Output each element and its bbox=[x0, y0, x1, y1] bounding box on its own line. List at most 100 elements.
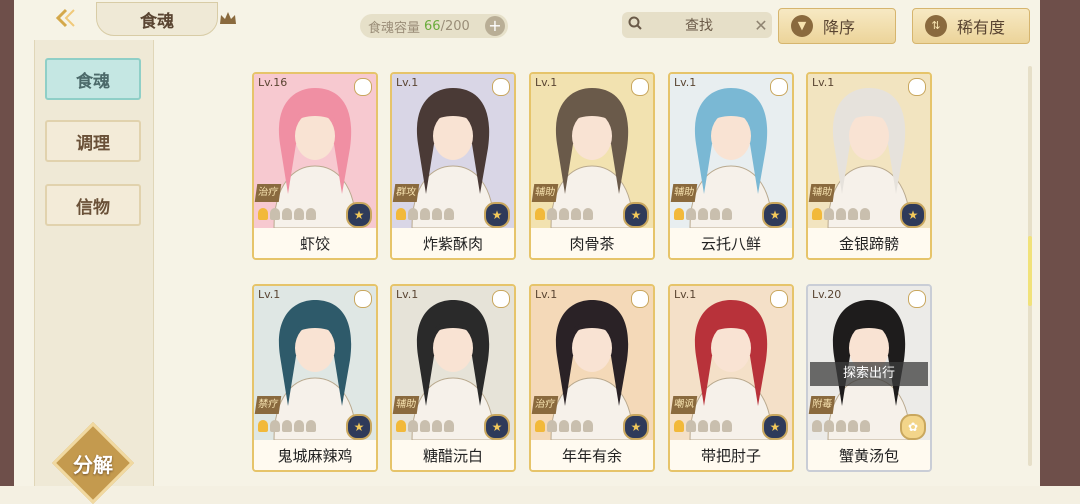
star-rating bbox=[674, 208, 732, 220]
star-icon bbox=[535, 420, 545, 432]
star-rating bbox=[674, 420, 732, 432]
star-icon bbox=[258, 420, 268, 432]
star-icon bbox=[282, 420, 292, 432]
soul-card[interactable]: Lv.16 治疗 ★ 虾饺 bbox=[252, 72, 378, 260]
star-icon bbox=[824, 208, 834, 220]
star-rating bbox=[396, 208, 454, 220]
star-icon bbox=[710, 420, 720, 432]
star-icon bbox=[535, 208, 545, 220]
level-label: Lv.1 bbox=[396, 76, 419, 89]
bowl-icon bbox=[492, 78, 510, 96]
star-icon bbox=[444, 208, 454, 220]
star-icon bbox=[848, 208, 858, 220]
soul-card[interactable]: Lv.1 群攻 ★ 炸紫酥肉 bbox=[390, 72, 516, 260]
rarity-icon: ★ bbox=[623, 414, 649, 440]
star-icon bbox=[294, 420, 304, 432]
role-badge: 辅助 bbox=[670, 184, 698, 202]
role-badge: 禁疗 bbox=[254, 396, 282, 414]
sort-by-label: 稀有度 bbox=[957, 18, 1006, 37]
role-badge: 辅助 bbox=[531, 184, 559, 202]
sort-order-button[interactable]: ▼ 降序 bbox=[778, 8, 896, 44]
card-name: 年年有余 bbox=[531, 440, 653, 470]
page-title: 食魂 bbox=[96, 2, 218, 36]
capacity-label: 食魂容量 bbox=[368, 20, 421, 36]
sidebar-item-token[interactable]: 信物 bbox=[45, 184, 141, 226]
capacity-max: /200 bbox=[440, 18, 470, 34]
bowl-icon bbox=[354, 290, 372, 308]
soul-card[interactable]: Lv.1 辅助 ★ 肉骨茶 bbox=[529, 72, 655, 260]
rarity-icon: ★ bbox=[346, 202, 372, 228]
rarity-icon: ★ bbox=[623, 202, 649, 228]
star-icon bbox=[571, 420, 581, 432]
role-badge: 辅助 bbox=[392, 396, 420, 414]
capacity-add-button[interactable]: + bbox=[485, 16, 505, 36]
star-rating bbox=[812, 420, 870, 432]
star-icon bbox=[722, 420, 732, 432]
soul-card[interactable]: Lv.1 辅助 ★ 云托八鲜 bbox=[668, 72, 794, 260]
sort-down-icon: ▼ bbox=[791, 15, 813, 37]
star-icon bbox=[408, 420, 418, 432]
star-icon bbox=[306, 208, 316, 220]
rarity-icon: ✿ bbox=[900, 414, 926, 440]
star-icon bbox=[559, 208, 569, 220]
sidebar-item-soul[interactable]: 食魂 bbox=[45, 58, 141, 100]
rarity-icon: ★ bbox=[484, 202, 510, 228]
back-button[interactable] bbox=[40, 4, 90, 32]
bowl-icon bbox=[492, 290, 510, 308]
sidebar: 食魂 调理 信物 分解 bbox=[34, 40, 154, 504]
star-icon bbox=[836, 420, 846, 432]
crown-icon[interactable] bbox=[218, 10, 238, 26]
soul-card[interactable]: Lv.1 辅助 ★ 金银蹄髈 bbox=[806, 72, 932, 260]
star-icon bbox=[848, 420, 858, 432]
back-arrow-icon bbox=[55, 8, 75, 28]
sidebar-item-cook[interactable]: 调理 bbox=[45, 120, 141, 162]
sort-by-button[interactable]: ⇅ 稀有度 bbox=[912, 8, 1030, 44]
star-icon bbox=[686, 420, 696, 432]
sort-order-label: 降序 bbox=[823, 18, 856, 37]
star-rating bbox=[258, 420, 316, 432]
star-icon bbox=[836, 208, 846, 220]
star-icon bbox=[674, 420, 684, 432]
star-icon bbox=[408, 208, 418, 220]
level-label: Lv.1 bbox=[674, 76, 697, 89]
star-icon bbox=[294, 208, 304, 220]
star-icon bbox=[860, 208, 870, 220]
card-name: 云托八鲜 bbox=[670, 228, 792, 258]
scrollbar-thumb[interactable] bbox=[1028, 236, 1032, 306]
soul-card[interactable]: Lv.20 附毒 ✿ 探索出行 蟹黄汤包 bbox=[806, 284, 932, 472]
capacity-indicator: 食魂容量 66 /200 + bbox=[360, 14, 508, 38]
star-icon bbox=[812, 420, 822, 432]
level-label: Lv.1 bbox=[535, 76, 558, 89]
card-name: 蟹黄汤包 bbox=[808, 440, 930, 470]
left-frame bbox=[0, 0, 14, 486]
status-badge: 探索出行 bbox=[810, 362, 928, 386]
star-icon bbox=[686, 208, 696, 220]
soul-card[interactable]: Lv.1 治疗 ★ 年年有余 bbox=[529, 284, 655, 472]
bowl-icon bbox=[908, 78, 926, 96]
bowl-icon bbox=[770, 78, 788, 96]
search-box[interactable]: 查找 ✕ bbox=[622, 12, 772, 38]
star-icon bbox=[270, 208, 280, 220]
bowl-icon bbox=[908, 290, 926, 308]
soul-card[interactable]: Lv.1 辅助 ★ 糖醋沅白 bbox=[390, 284, 516, 472]
clear-icon[interactable]: ✕ bbox=[750, 16, 772, 35]
bowl-icon bbox=[631, 290, 649, 308]
level-label: Lv.1 bbox=[535, 288, 558, 301]
rarity-icon: ★ bbox=[762, 414, 788, 440]
star-icon bbox=[583, 420, 593, 432]
soul-card[interactable]: Lv.1 嘲讽 ★ 带把肘子 bbox=[668, 284, 794, 472]
star-icon bbox=[432, 208, 442, 220]
level-label: Lv.20 bbox=[812, 288, 842, 301]
bowl-icon bbox=[631, 78, 649, 96]
star-icon bbox=[571, 208, 581, 220]
star-icon bbox=[306, 420, 316, 432]
card-name: 虾饺 bbox=[254, 228, 376, 258]
card-name: 鬼城麻辣鸡 bbox=[254, 440, 376, 470]
soul-card[interactable]: Lv.1 禁疗 ★ 鬼城麻辣鸡 bbox=[252, 284, 378, 472]
capacity-current: 66 bbox=[424, 18, 441, 34]
rarity-icon: ★ bbox=[346, 414, 372, 440]
star-icon bbox=[282, 208, 292, 220]
decompose-button[interactable]: 分解 bbox=[51, 421, 135, 504]
level-label: Lv.1 bbox=[812, 76, 835, 89]
card-name: 带把肘子 bbox=[670, 440, 792, 470]
